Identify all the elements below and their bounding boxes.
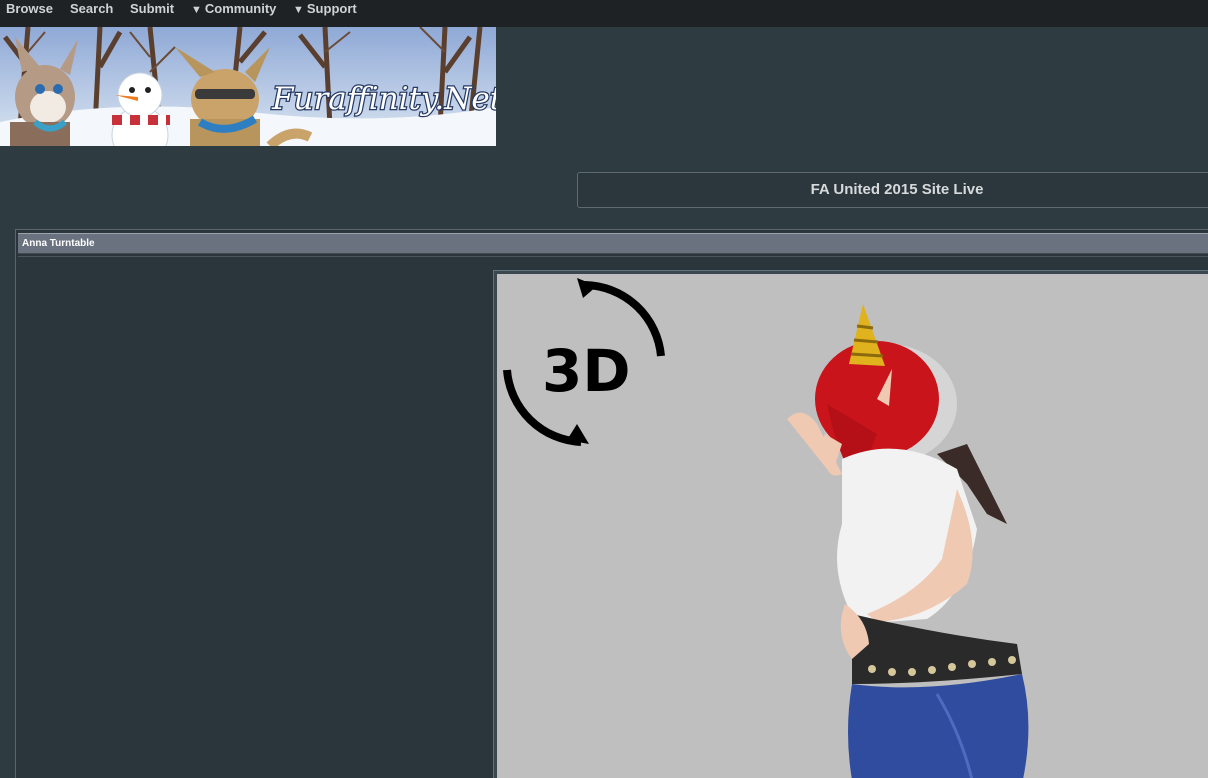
nav-community-menu[interactable]: ▼ Community <box>191 0 276 18</box>
nav-submit-link[interactable]: Submit <box>130 0 174 18</box>
top-navigation-bar: Browse Search Submit ▼ Community ▼ Support <box>0 0 1208 27</box>
3d-badge-label: 3D <box>542 337 631 405</box>
banner-illustration: Furaffinity.Net <box>0 27 496 146</box>
nav-support-menu[interactable]: ▼ Support <box>293 0 357 18</box>
nav-community-label: Community <box>204 1 277 16</box>
site-banner[interactable]: Furaffinity.Net <box>0 27 496 146</box>
panel-divider <box>18 256 1208 257</box>
submission-image[interactable]: 3D <box>497 274 1208 778</box>
submission-artwork: 3D <box>497 274 1208 778</box>
dropdown-caret-icon: ▼ <box>191 4 202 16</box>
submission-panel: Anna Turntable 3D <box>15 229 1208 778</box>
nav-support-label: Support <box>306 1 357 16</box>
site-notice-banner[interactable]: FA United 2015 Site Live <box>577 172 1208 208</box>
dropdown-caret-icon: ▼ <box>293 4 304 16</box>
submission-image-frame[interactable]: 3D <box>493 270 1208 778</box>
nav-search-link[interactable]: Search <box>70 0 113 18</box>
submission-title: Anna Turntable <box>18 233 1208 254</box>
banner-logo-text: Furaffinity.Net <box>271 81 496 117</box>
nav-browse-link[interactable]: Browse <box>6 0 53 18</box>
